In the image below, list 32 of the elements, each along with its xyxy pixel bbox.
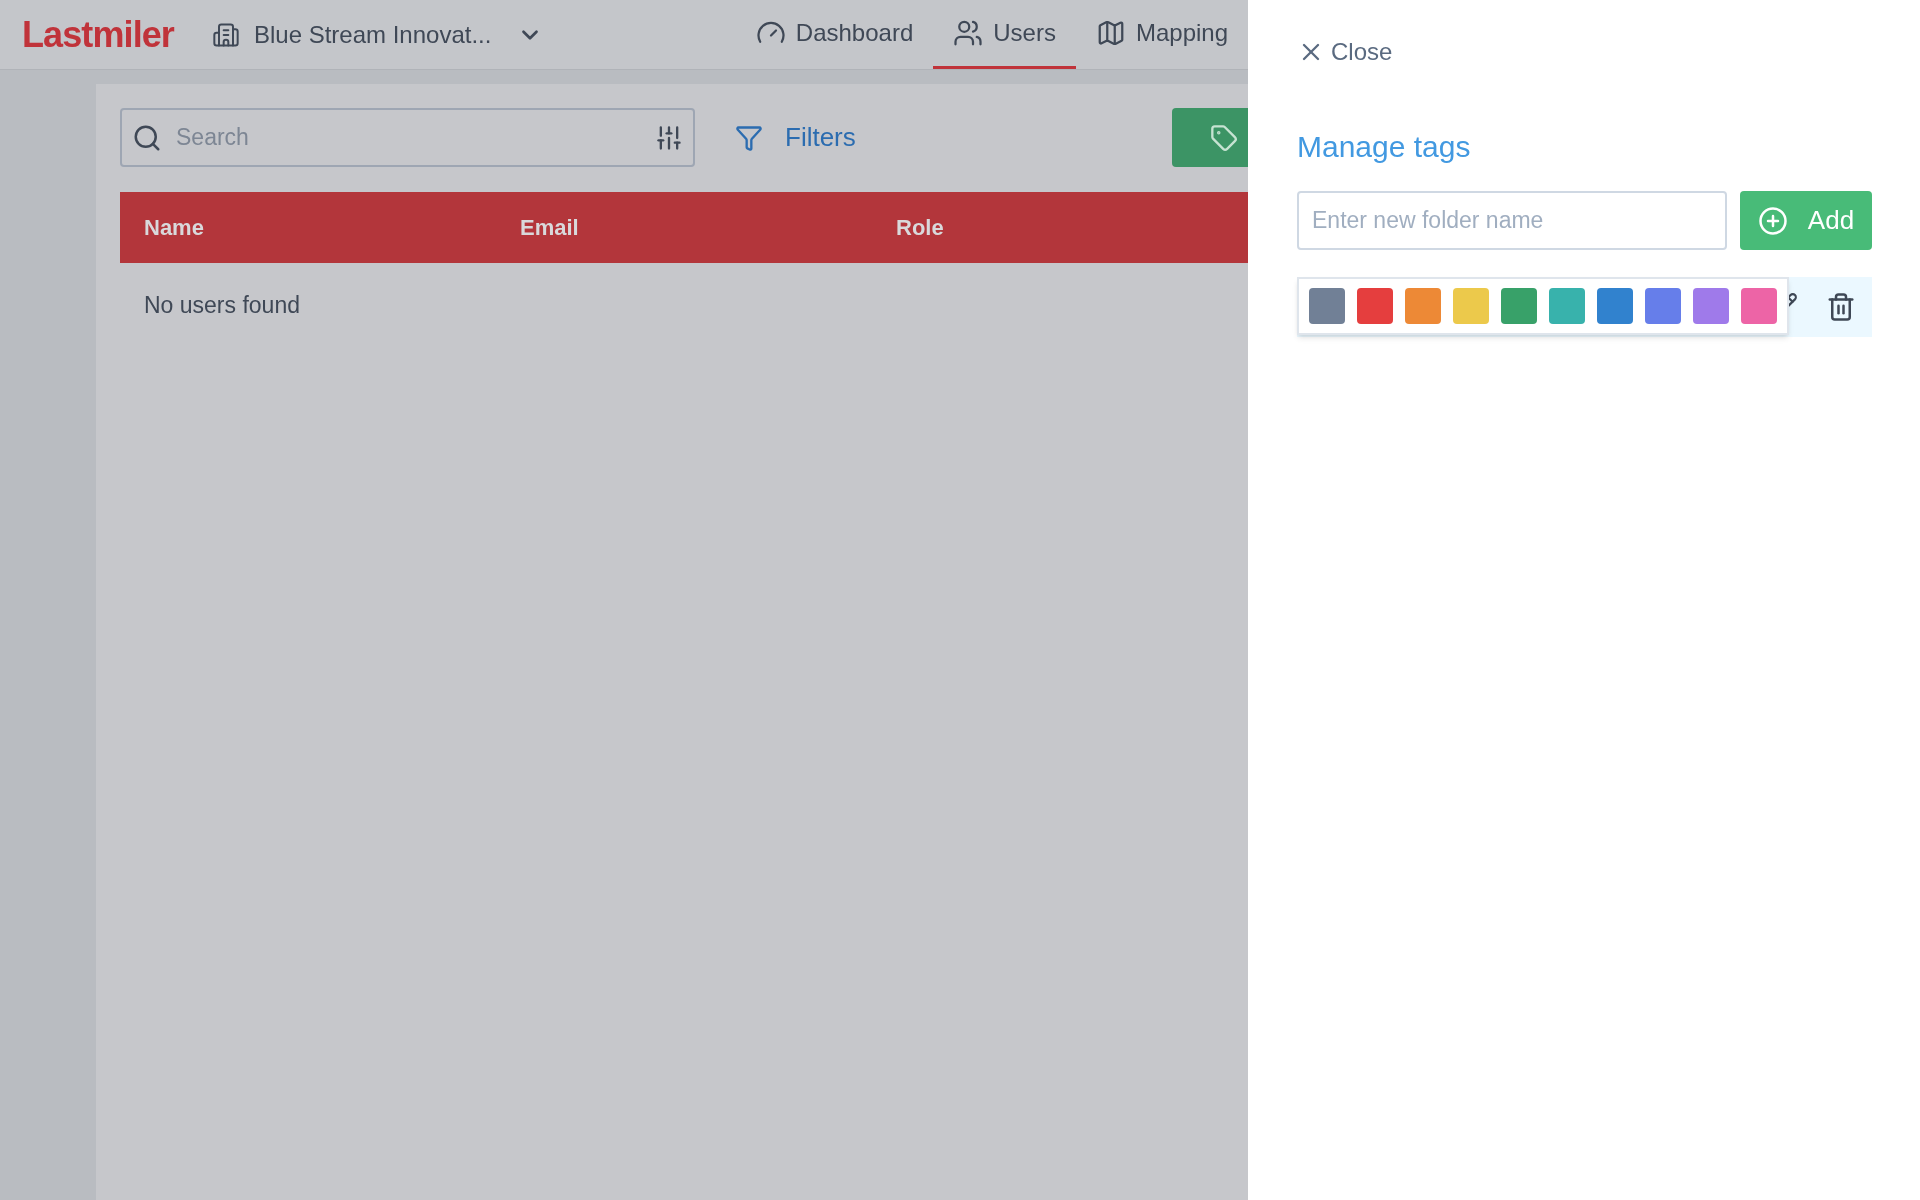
sliders-icon[interactable] bbox=[655, 123, 683, 152]
empty-message: No users found bbox=[144, 290, 300, 320]
color-swatch[interactable] bbox=[1357, 288, 1393, 324]
folder-name-input[interactable]: Enter new folder name bbox=[1297, 191, 1727, 250]
logo[interactable]: Lastmiler bbox=[22, 7, 174, 62]
nav-tab[interactable]: Users bbox=[933, 0, 1076, 69]
search-field[interactable]: Search bbox=[176, 120, 655, 155]
column-header: Email bbox=[519, 214, 580, 242]
color-swatch[interactable] bbox=[1645, 288, 1681, 324]
tag-button[interactable] bbox=[1172, 108, 1248, 167]
color-swatch[interactable] bbox=[1597, 288, 1633, 324]
color-swatch[interactable] bbox=[1405, 288, 1441, 324]
plus-icon bbox=[1757, 205, 1788, 236]
color-swatch[interactable] bbox=[1741, 288, 1777, 324]
color-swatch[interactable] bbox=[1309, 288, 1345, 324]
panel-title: Manage tags bbox=[1297, 129, 1472, 165]
color-swatch[interactable] bbox=[1501, 288, 1537, 324]
color-swatch[interactable] bbox=[1453, 288, 1489, 324]
search-bar[interactable]: Search bbox=[120, 108, 695, 167]
column-header: Name bbox=[143, 214, 205, 242]
color-swatch[interactable] bbox=[1693, 288, 1729, 324]
organization-selector[interactable]: Blue Stream Innovat... bbox=[253, 16, 544, 53]
column-header: Role bbox=[895, 214, 945, 242]
filter-icon bbox=[735, 123, 763, 152]
close-button[interactable]: Close bbox=[1297, 34, 1393, 70]
tag-icon bbox=[1210, 123, 1238, 152]
users-icon bbox=[953, 18, 984, 48]
nav-tab[interactable]: Mapping bbox=[1075, 0, 1248, 69]
color-swatch[interactable] bbox=[1549, 288, 1585, 324]
filters-button[interactable]: Filters bbox=[735, 118, 856, 157]
delete-icon[interactable] bbox=[1826, 292, 1856, 322]
nav-tab[interactable]: Dashboard bbox=[735, 0, 934, 69]
